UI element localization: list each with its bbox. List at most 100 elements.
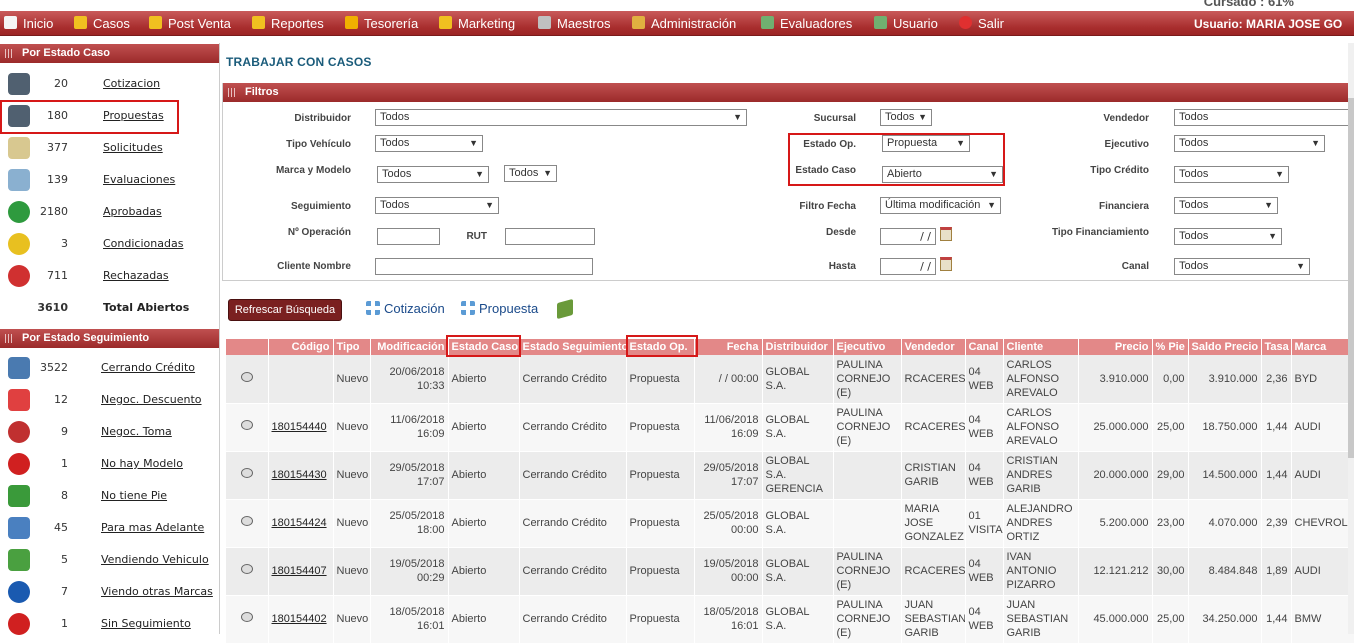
select-financiera[interactable]: Todos ▼ — [1174, 197, 1278, 214]
sidebar-item[interactable]: 7 Viendo otras Marcas — [0, 576, 219, 608]
menu-item-reportes[interactable]: Reportes — [252, 15, 324, 33]
sidebar-item[interactable]: 5 Vendiendo Vehiculo — [0, 544, 219, 576]
menu-item-inicio[interactable]: Inicio — [4, 15, 53, 33]
table-row[interactable]: 180154440 Nuevo 11/06/2018 16:09 Abierto Cer… — [226, 403, 1354, 452]
desde-date-input[interactable]: / / — [880, 228, 936, 245]
row-action-cell[interactable] — [226, 499, 269, 548]
sidebar-item[interactable]: 139 Evaluaciones — [0, 164, 219, 196]
row-action-cell[interactable] — [226, 451, 269, 500]
codigo-cell[interactable]: 180154424 — [268, 499, 334, 548]
sidebar-item[interactable]: 1 Sin Seguimiento — [0, 608, 219, 640]
column-header[interactable]: Fecha — [694, 339, 763, 355]
table-row[interactable]: 180154424 Nuevo 25/05/2018 18:00 Abierto Cer… — [226, 499, 1354, 548]
sidebar-item-link[interactable]: Vendiendo Vehiculo — [101, 544, 209, 576]
scrollbar-thumb[interactable] — [1348, 98, 1354, 458]
cliente-nombre-input[interactable] — [375, 258, 593, 275]
sidebar-item[interactable]: 2180 Aprobadas — [0, 196, 219, 228]
rut-input[interactable] — [505, 228, 595, 245]
column-header[interactable]: Tipo — [333, 339, 371, 355]
menu-item-administracion[interactable]: Administración — [632, 15, 736, 33]
column-header[interactable]: Modificación — [370, 339, 449, 355]
sidebar-item-link[interactable]: Para mas Adelante — [101, 512, 204, 544]
num-operacion-input[interactable] — [377, 228, 440, 245]
row-action-cell[interactable] — [226, 355, 269, 404]
sidebar-item-link[interactable]: Negoc. Descuento — [101, 384, 202, 416]
sidebar-item-link[interactable]: Negoc. Toma — [101, 416, 172, 448]
sidebar-item-link[interactable]: Solicitudes — [103, 132, 163, 164]
menu-item-tesoreria[interactable]: Tesorería — [345, 15, 418, 33]
menu-item-casos[interactable]: Casos — [74, 15, 130, 33]
row-action-cell[interactable] — [226, 403, 269, 452]
codigo-link[interactable]: 180154424 — [272, 517, 327, 529]
select-tipo-financiamiento[interactable]: Todos ▼ — [1174, 228, 1282, 245]
hasta-date-input[interactable]: / / — [880, 258, 936, 275]
codigo-cell[interactable]: 180154407 — [268, 547, 334, 596]
select-seguimiento[interactable]: Todos ▼ — [375, 197, 499, 214]
column-header[interactable]: % Pie — [1152, 339, 1189, 355]
codigo-link[interactable]: 180154430 — [272, 469, 327, 481]
select-canal[interactable]: Todos ▼ — [1174, 258, 1310, 275]
column-header[interactable]: Precio — [1078, 339, 1153, 355]
sidebar-item-link[interactable]: Condicionadas — [103, 228, 183, 260]
view-detail-icon[interactable] — [240, 468, 253, 478]
menu-item-post-venta[interactable]: Post Venta — [149, 15, 231, 33]
calendar-icon[interactable] — [940, 257, 952, 271]
sidebar-item-link[interactable]: Cotizacion — [103, 68, 160, 100]
row-action-cell[interactable] — [226, 595, 269, 644]
view-detail-icon[interactable] — [240, 371, 253, 382]
sidebar-item[interactable]: 3 Condicionadas — [0, 228, 219, 260]
table-row[interactable]: 180154430 Nuevo 29/05/2018 17:07 Abierto Cer… — [226, 451, 1354, 500]
sidebar-item[interactable]: 9 Negoc. Toma — [0, 416, 219, 448]
view-detail-icon[interactable] — [240, 516, 253, 526]
select-marca[interactable]: Todos ▼ — [377, 166, 489, 183]
codigo-cell[interactable]: 180154402 — [268, 595, 334, 644]
add-cotizacion-link[interactable]: Cotización — [366, 300, 445, 318]
codigo-cell[interactable]: 180154440 — [268, 403, 334, 452]
codigo-cell[interactable]: 180154430 — [268, 451, 334, 500]
sidebar-item-link[interactable]: Aprobadas — [103, 196, 162, 228]
column-header[interactable]: Cliente — [1003, 339, 1079, 355]
select-modelo[interactable]: Todos ▼ — [504, 165, 557, 182]
select-vendedor[interactable]: Todos — [1174, 109, 1354, 126]
menu-item-usuario[interactable]: Usuario — [874, 15, 938, 33]
sidebar-item-link[interactable]: Evaluaciones — [103, 164, 175, 196]
column-header[interactable]: Ejecutivo — [833, 339, 902, 355]
column-header[interactable]: Saldo Precio — [1188, 339, 1262, 355]
column-header[interactable]: Código — [268, 339, 334, 355]
select-sucursal[interactable]: Todos ▼ — [880, 109, 932, 126]
table-row[interactable]: 180154402 Nuevo 18/05/2018 16:01 Abierto Cer… — [226, 595, 1354, 644]
sidebar-item[interactable]: 8 No tiene Pie — [0, 480, 219, 512]
codigo-cell[interactable] — [268, 355, 334, 404]
sidebar-item-link[interactable]: No hay Modelo — [101, 448, 183, 480]
calendar-icon[interactable] — [940, 227, 952, 241]
menu-item-evaluadores[interactable]: Evaluadores — [761, 15, 852, 33]
column-header[interactable]: Tasa — [1261, 339, 1292, 355]
view-detail-icon[interactable] — [240, 612, 253, 622]
codigo-link[interactable]: 180154402 — [272, 613, 327, 625]
select-distribuidor[interactable]: Todos ▼ — [375, 109, 747, 126]
sidebar-item[interactable]: 377 Solicitudes — [0, 132, 219, 164]
column-header[interactable]: Marca — [1291, 339, 1354, 355]
select-tipo-credito[interactable]: Todos ▼ — [1174, 166, 1289, 183]
sidebar-item-link[interactable]: Rechazadas — [103, 260, 169, 292]
sidebar-item-link[interactable]: Viendo otras Marcas — [101, 576, 213, 608]
add-propuesta-link[interactable]: Propuesta — [461, 300, 538, 318]
table-row[interactable]: 180154407 Nuevo 19/05/2018 00:29 Abierto Cer… — [226, 547, 1354, 596]
sidebar-item[interactable]: 1 No hay Modelo — [0, 448, 219, 480]
sidebar-item[interactable]: 20 Cotizacion — [0, 68, 219, 100]
export-icon[interactable] — [557, 298, 573, 320]
menu-item-marketing[interactable]: Marketing — [439, 15, 515, 33]
column-header[interactable] — [226, 339, 269, 355]
sidebar-item-link[interactable]: Cerrando Crédito — [101, 352, 195, 384]
menu-item-salir[interactable]: Salir — [959, 15, 1004, 33]
row-action-cell[interactable] — [226, 547, 269, 596]
select-filtro-fecha[interactable]: Última modificación ▼ — [880, 197, 1001, 214]
sidebar-item-link[interactable]: Sin Seguimiento — [101, 608, 191, 640]
select-ejecutivo[interactable]: Todos ▼ — [1174, 135, 1325, 152]
column-header[interactable]: Distribuidor — [762, 339, 834, 355]
column-header[interactable]: Estado Seguimiento — [519, 339, 627, 355]
menu-item-maestros[interactable]: Maestros — [538, 15, 610, 33]
sidebar-item[interactable]: 45 Para mas Adelante — [0, 512, 219, 544]
sidebar-item[interactable]: 12 Negoc. Descuento — [0, 384, 219, 416]
column-header[interactable]: Canal — [965, 339, 1004, 355]
